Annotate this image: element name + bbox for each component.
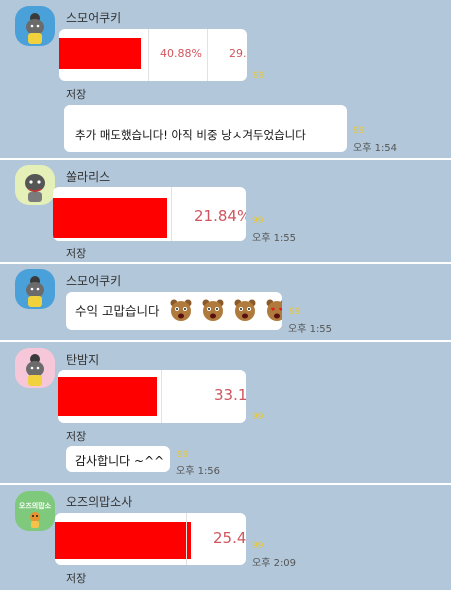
redacted-block bbox=[53, 198, 167, 238]
timestamp: 오후 1:55 bbox=[252, 233, 297, 244]
percent-value: 40.88% bbox=[160, 47, 202, 60]
bear-heart-eyes-emoticon-icon bbox=[266, 299, 282, 321]
sender-name: 쏠라리스 bbox=[66, 170, 111, 184]
character-icon bbox=[25, 174, 45, 202]
avatar-ozeui-mapsosa[interactable]: 오즈의맙소 bbox=[15, 491, 55, 531]
timestamp: 오후 1:54 bbox=[353, 143, 398, 154]
character-icon bbox=[26, 276, 44, 307]
card-divider bbox=[148, 29, 149, 81]
save-link[interactable]: 저장 bbox=[66, 570, 86, 586]
card-divider bbox=[171, 187, 172, 241]
sender-name: 오즈의맙소사 bbox=[66, 495, 133, 509]
card-divider bbox=[207, 29, 208, 81]
percent-value: 25.4 bbox=[213, 529, 246, 547]
sender-name: 스모어쿠키 bbox=[66, 11, 122, 25]
save-link[interactable]: 저장 bbox=[66, 245, 86, 261]
divider bbox=[0, 262, 451, 264]
message-bubble[interactable]: 추가 매도했습니다! 아직 비중 낭ㅅ겨두었습니다 bbox=[64, 105, 347, 152]
bear-emoticon-icon bbox=[170, 299, 192, 321]
message-text: 감사합니다 ~^^ bbox=[75, 454, 165, 468]
unread-count: 99 bbox=[177, 450, 189, 460]
card-divider bbox=[186, 513, 187, 565]
avatar-label: 오즈의맙소 bbox=[18, 502, 52, 510]
timestamp: 오후 2:09 bbox=[252, 558, 297, 569]
message-content: 수익 고맙습니다 bbox=[75, 298, 282, 322]
percent-value: 21.84% bbox=[194, 207, 246, 225]
image-card[interactable]: 25.4 bbox=[55, 513, 246, 565]
sender-name: 스모어쿠키 bbox=[66, 274, 122, 288]
character-icon bbox=[26, 13, 44, 44]
unread-count: 99 bbox=[252, 541, 264, 551]
redacted-block bbox=[55, 522, 191, 559]
sender-name: 탄밤지 bbox=[66, 353, 100, 367]
character-icon bbox=[26, 354, 44, 386]
character-icon bbox=[30, 512, 40, 528]
percent-value-secondary: 29.7 bbox=[229, 47, 247, 60]
timestamp: 오후 1:55 bbox=[288, 324, 333, 335]
avatar-solaris[interactable] bbox=[15, 165, 55, 205]
divider bbox=[0, 158, 451, 160]
message-bubble[interactable]: 수익 고맙습니다 bbox=[66, 292, 282, 330]
image-card[interactable]: 33.1 bbox=[58, 370, 246, 423]
avatar-smore-cookie[interactable] bbox=[15, 269, 55, 309]
save-link[interactable]: 저장 bbox=[66, 86, 86, 102]
avatar-smore-cookie[interactable] bbox=[15, 6, 55, 46]
avatar-tanbamji[interactable] bbox=[15, 348, 55, 388]
save-link[interactable]: 저장 bbox=[66, 428, 86, 444]
redacted-block bbox=[58, 377, 157, 416]
bear-emoticon-icon bbox=[234, 299, 256, 321]
timestamp: 오후 1:56 bbox=[176, 466, 221, 477]
message-text: 추가 매도했습니다! 아직 비중 낭ㅅ겨두었습니다 bbox=[75, 128, 306, 142]
unread-count: 99 bbox=[252, 216, 264, 226]
unread-count: 99 bbox=[353, 126, 365, 136]
divider bbox=[0, 340, 451, 342]
divider bbox=[0, 483, 451, 485]
image-card[interactable]: 40.88% 29.7 bbox=[59, 29, 247, 81]
card-divider bbox=[161, 370, 162, 423]
bear-emoticon-icon bbox=[202, 299, 224, 321]
redacted-block bbox=[59, 38, 141, 69]
image-card[interactable]: 21.84% bbox=[53, 187, 246, 241]
message-text: 수익 고맙습니다 bbox=[75, 303, 160, 319]
percent-value: 33.1 bbox=[214, 386, 246, 404]
message-bubble[interactable]: 감사합니다 ~^^ bbox=[66, 446, 170, 472]
unread-count: 99 bbox=[289, 307, 301, 317]
unread-count: 99 bbox=[253, 71, 265, 81]
unread-count: 99 bbox=[252, 412, 264, 422]
